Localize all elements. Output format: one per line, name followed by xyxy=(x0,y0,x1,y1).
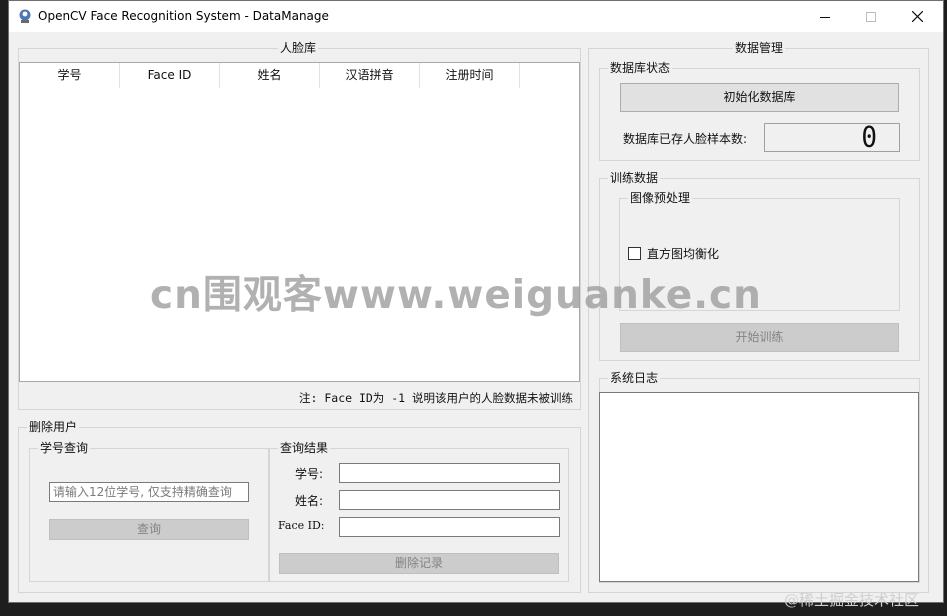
column-header-register-time[interactable]: 注册时间 xyxy=(420,63,520,88)
histogram-equalization-checkbox[interactable]: 直方图均衡化 xyxy=(628,245,719,262)
maximize-button[interactable] xyxy=(848,1,894,32)
face-id-note: 注: Face ID为 -1 说明该用户的人脸数据未被训练 xyxy=(299,391,574,405)
column-header-student-id[interactable]: 学号 xyxy=(20,63,120,88)
minimize-icon xyxy=(820,16,830,18)
system-log-title: 系统日志 xyxy=(608,370,661,386)
result-face-id-label: Face ID: xyxy=(278,519,325,532)
query-result-title: 查询结果 xyxy=(278,440,331,456)
data-management-title: 数据管理 xyxy=(733,40,786,56)
face-db-title: 人脸库 xyxy=(278,40,319,56)
credit-text: @稀土掘金技术社区 xyxy=(784,591,920,609)
minimize-button[interactable] xyxy=(802,1,848,32)
result-face-id-field[interactable] xyxy=(339,517,560,537)
column-header-name[interactable]: 姓名 xyxy=(220,63,320,88)
close-button[interactable] xyxy=(894,1,940,32)
result-student-id-label: 学号: xyxy=(295,467,324,481)
db-status-title: 数据库状态 xyxy=(608,60,673,76)
student-id-search-input[interactable]: 请输入12位学号, 仅支持精确查询 xyxy=(49,482,249,502)
maximize-icon xyxy=(866,11,876,22)
checkbox-box[interactable] xyxy=(628,247,641,260)
app-icon xyxy=(19,9,31,23)
checkbox-label: 直方图均衡化 xyxy=(647,247,720,261)
training-title: 训练数据 xyxy=(608,170,661,186)
delete-user-title: 删除用户 xyxy=(27,419,80,435)
query-title: 学号查询 xyxy=(38,440,91,456)
title-bar[interactable]: OpenCV Face Recognition System - DataMan… xyxy=(9,1,943,32)
close-icon xyxy=(911,11,923,22)
column-header-face-id[interactable]: Face ID xyxy=(120,63,220,88)
start-training-button[interactable]: 开始训练 xyxy=(620,323,899,352)
preprocess-title: 图像预处理 xyxy=(628,190,693,206)
face-table[interactable]: 学号 Face ID 姓名 汉语拼音 注册时间 xyxy=(19,62,580,382)
sample-count-label: 数据库已存人脸样本数: xyxy=(623,132,748,146)
init-database-button[interactable]: 初始化数据库 xyxy=(620,83,899,112)
column-header-pinyin[interactable]: 汉语拼音 xyxy=(320,63,420,88)
result-name-label: 姓名: xyxy=(295,494,324,508)
result-student-id-field[interactable] xyxy=(339,463,560,483)
search-placeholder: 请输入12位学号, 仅支持精确查询 xyxy=(53,485,232,499)
query-group: 学号查询 xyxy=(29,440,269,582)
table-header: 学号 Face ID 姓名 汉语拼音 注册时间 xyxy=(20,63,520,88)
query-button[interactable]: 查询 xyxy=(49,519,249,540)
sample-count-display: 0 xyxy=(764,121,900,155)
delete-record-button[interactable]: 删除记录 xyxy=(279,553,559,574)
sample-count-value: 0 xyxy=(861,121,877,155)
system-log-textarea[interactable] xyxy=(599,392,919,582)
result-name-field[interactable] xyxy=(339,490,560,510)
window-title: OpenCV Face Recognition System - DataMan… xyxy=(38,9,329,23)
watermark-text: cn围观客www.weiguanke.cn xyxy=(150,273,762,318)
